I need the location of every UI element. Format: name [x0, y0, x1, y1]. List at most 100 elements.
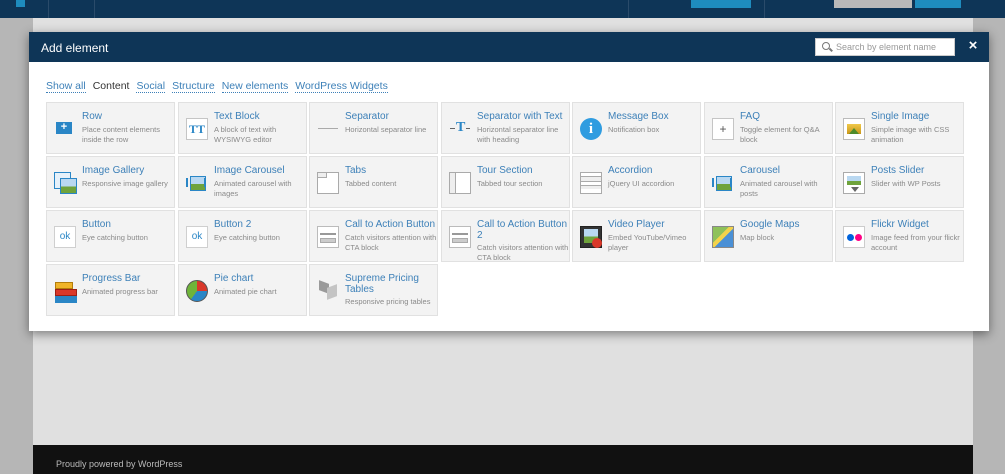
button-icon: ok — [54, 226, 76, 248]
element-description: Animated carousel with images — [214, 178, 292, 198]
carousel-icon — [712, 172, 734, 194]
element-card-separator-with-text[interactable]: Separator with Text Horizontal separator … — [441, 102, 570, 154]
element-card-call-to-action-button[interactable]: Call to Action Button Catch visitors atte… — [309, 210, 438, 262]
filter-tab-new-elements[interactable]: New elements — [221, 80, 289, 93]
element-card-tabs[interactable]: Tabs Tabbed content — [309, 156, 438, 208]
element-description: Responsive image gallery — [82, 178, 168, 188]
element-name: Carousel — [740, 165, 781, 176]
toolbar-blue-button[interactable] — [691, 0, 751, 8]
add-element-modal: Add element × Show all Content Social Struc… — [29, 32, 989, 331]
element-description: Responsive pricing tables — [345, 297, 431, 306]
filter-tab-show-all[interactable]: Show all — [46, 80, 86, 93]
element-name: Row — [82, 111, 103, 122]
image-carousel-icon — [186, 172, 208, 194]
element-name: Flickr Widget — [871, 219, 929, 230]
faq-icon: + — [712, 118, 734, 140]
element-name: Google Maps — [740, 219, 800, 230]
element-name: Button 2 — [214, 219, 252, 230]
element-card-video-player[interactable]: Video Player Embed YouTube/Vimeo player — [572, 210, 701, 262]
element-name: Separator with Text — [477, 111, 563, 122]
filter-tab-content[interactable]: Content — [93, 80, 130, 92]
element-card-button[interactable]: ok Button Eye catching button — [46, 210, 175, 262]
element-description: jQuery UI accordion — [608, 178, 675, 188]
category-filter-bar: Show all Content Social Structure New elemen… — [46, 80, 395, 93]
text-block-icon: TT — [186, 118, 208, 140]
element-description: Simple image with CSS animation — [871, 124, 950, 144]
cta-icon — [317, 226, 339, 248]
element-name: Tabs — [345, 165, 367, 176]
toolbar-segment[interactable] — [764, 0, 811, 18]
element-name: Tour Section — [477, 165, 533, 176]
element-card-progress-bar[interactable]: Progress Bar Animated progress bar — [46, 264, 175, 316]
gallery-icon — [54, 172, 77, 194]
element-description: Slider with WP Posts — [871, 178, 941, 188]
element-card-image-carousel[interactable]: Image Carousel Animated carousel with ima… — [178, 156, 307, 208]
accordion-icon — [580, 172, 602, 194]
element-description: Tabbed tour section — [477, 178, 543, 188]
search-icon — [822, 42, 830, 50]
element-card-accordion[interactable]: Accordion jQuery UI accordion — [572, 156, 701, 208]
element-card-faq[interactable]: + FAQ Toggle element for Q&A block — [704, 102, 833, 154]
element-card-pie-chart[interactable]: Pie chart Animated pie chart — [178, 264, 307, 316]
element-name: Progress Bar — [82, 273, 141, 284]
element-description: Tabbed content — [345, 178, 397, 188]
element-name: Image Gallery — [82, 165, 145, 176]
element-name: Call to Action Button — [345, 219, 436, 230]
element-description: A block of text with WYSIWYG editor — [214, 124, 277, 144]
element-card-button-2[interactable]: ok Button 2 Eye catching button — [178, 210, 307, 262]
element-card-image-gallery[interactable]: Image Gallery Responsive image gallery — [46, 156, 175, 208]
element-card-carousel[interactable]: Carousel Animated carousel with posts — [704, 156, 833, 208]
footer-text: Proudly powered by WordPress — [56, 459, 183, 469]
element-name: Call to Action Button 2 — [477, 219, 568, 241]
tour-icon — [449, 172, 471, 194]
filter-tab-structure[interactable]: Structure — [172, 80, 215, 93]
search-box[interactable] — [815, 38, 955, 56]
element-card-row[interactable]: Row Place content elements inside the row — [46, 102, 175, 154]
element-name: Image Carousel — [214, 165, 285, 176]
element-description: Animated progress bar — [82, 286, 158, 296]
element-card-posts-slider[interactable]: Posts Slider Slider with WP Posts — [835, 156, 964, 208]
element-card-flickr-widget[interactable]: Flickr Widget Image feed from your flickr… — [835, 210, 964, 262]
search-input[interactable] — [836, 40, 951, 54]
element-name: Supreme Pricing Tables — [345, 273, 419, 295]
info-icon: i — [580, 118, 602, 140]
element-name: Text Block — [214, 111, 260, 122]
element-name: Pie chart — [214, 273, 254, 284]
toolbar-segment[interactable] — [94, 0, 141, 18]
element-card-google-maps[interactable]: Google Maps Map block — [704, 210, 833, 262]
element-name: Message Box — [608, 111, 669, 122]
element-description: Catch visitors attention with CTA block — [477, 243, 569, 262]
button-icon: ok — [186, 226, 208, 248]
element-card-text-block[interactable]: TT Text Block A block of text with WYSIWYG… — [178, 102, 307, 154]
element-name: Video Player — [608, 219, 665, 230]
separator-text-icon — [449, 118, 471, 140]
modal-title: Add element — [41, 41, 109, 55]
element-card-call-to-action-button-2[interactable]: Call to Action Button 2 Catch visitors at… — [441, 210, 570, 262]
element-description: Horizontal separator line with heading — [477, 124, 559, 144]
site-footer: Proudly powered by WordPress — [33, 445, 973, 474]
element-description: Image feed from your flickr account — [871, 232, 960, 252]
row-icon — [54, 118, 76, 140]
settings-icon[interactable] — [628, 0, 675, 18]
element-name: Button — [82, 219, 111, 230]
element-card-tour-section[interactable]: Tour Section Tabbed tour section — [441, 156, 570, 208]
element-description: Animated carousel with posts — [740, 178, 818, 198]
pricing-icon — [317, 280, 339, 302]
toolbar-blue-button[interactable] — [915, 0, 961, 8]
filter-tab-social[interactable]: Social — [136, 80, 166, 93]
element-description: Notification box — [608, 124, 660, 134]
toolbar-grey-button[interactable] — [834, 0, 912, 8]
tabs-icon — [317, 172, 339, 194]
close-icon[interactable]: × — [965, 38, 981, 54]
element-name: Posts Slider — [871, 165, 925, 176]
element-description: Toggle element for Q&A block — [740, 124, 820, 144]
element-card-supreme-pricing-tables[interactable]: Supreme Pricing Tables Responsive pricing… — [309, 264, 438, 316]
element-card-single-image[interactable]: Single Image Simple image with CSS animat… — [835, 102, 964, 154]
cta-icon — [449, 226, 471, 248]
toolbar-segment[interactable] — [48, 0, 95, 18]
element-card-separator[interactable]: Separator Horizontal separator line — [309, 102, 438, 154]
flickr-icon — [843, 226, 865, 248]
admin-top-bar — [0, 0, 1005, 18]
element-card-message-box[interactable]: i Message Box Notification box — [572, 102, 701, 154]
filter-tab-wordpress-widgets[interactable]: WordPress Widgets — [295, 80, 388, 93]
